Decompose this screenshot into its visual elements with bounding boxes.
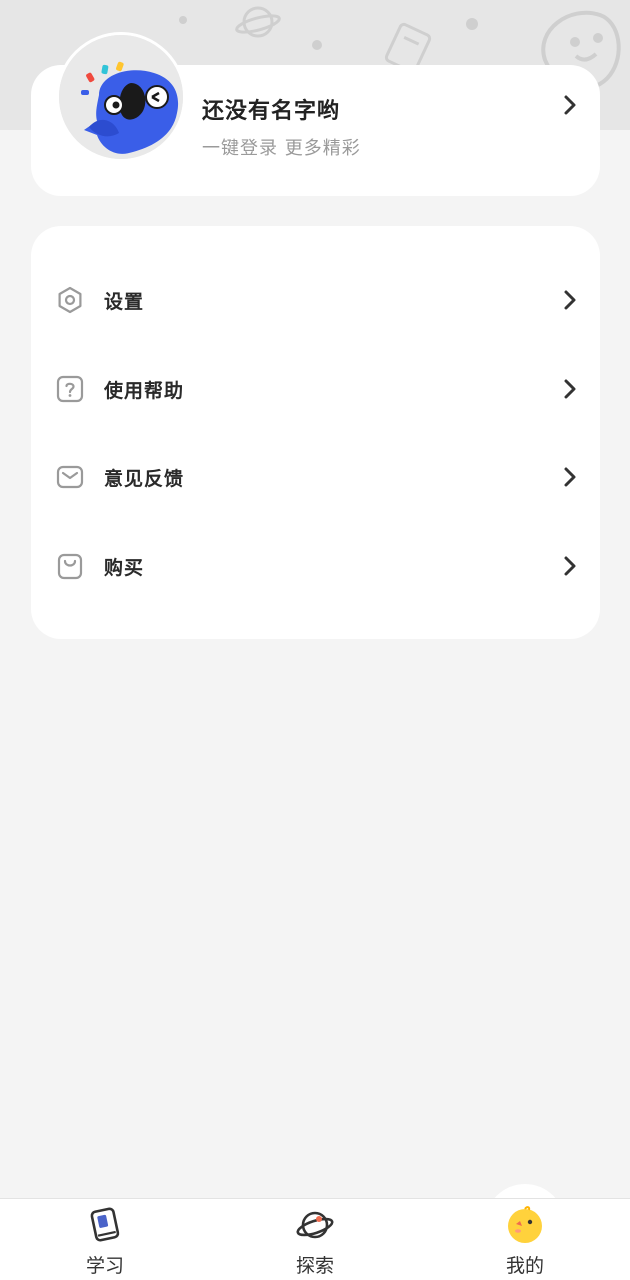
- chevron-right-icon: [563, 555, 577, 577]
- menu-card: 设置 使用帮助 意见反馈 购买: [31, 226, 600, 639]
- planet-icon: [295, 1205, 335, 1245]
- mail-icon: [56, 463, 84, 491]
- menu-item-purchase[interactable]: 购买: [31, 531, 600, 601]
- bottom-tab-bar: 学习 探索 我的: [0, 1198, 630, 1280]
- tab-label: 我的: [505, 1255, 544, 1277]
- login-prompt[interactable]: 一键登录 更多精彩: [202, 134, 361, 160]
- menu-item-label: 意见反馈: [104, 468, 185, 490]
- menu-item-feedback[interactable]: 意见反馈: [31, 442, 600, 512]
- tab-label: 学习: [85, 1255, 124, 1277]
- chick-icon: [505, 1205, 545, 1245]
- menu-item-label: 设置: [104, 291, 145, 313]
- bag-icon: [56, 552, 84, 580]
- menu-item-label: 使用帮助: [104, 380, 185, 402]
- book-icon: [85, 1205, 125, 1245]
- tab-study[interactable]: 学习: [40, 1199, 170, 1280]
- help-icon: [56, 375, 84, 403]
- tab-explore[interactable]: 探索: [250, 1199, 380, 1280]
- menu-item-help[interactable]: 使用帮助: [31, 354, 600, 424]
- avatar[interactable]: [56, 32, 186, 162]
- menu-item-label: 购买: [104, 557, 145, 579]
- tab-label: 探索: [295, 1255, 334, 1277]
- tab-mine[interactable]: 我的: [460, 1199, 590, 1280]
- chevron-right-icon[interactable]: [563, 94, 577, 116]
- menu-item-settings[interactable]: 设置: [31, 265, 600, 335]
- gear-icon: [56, 286, 84, 314]
- chevron-right-icon: [563, 466, 577, 488]
- chevron-right-icon: [563, 289, 577, 311]
- chevron-right-icon: [563, 378, 577, 400]
- avatar-bird-icon: [59, 35, 183, 159]
- profile-name[interactable]: 还没有名字哟: [202, 93, 340, 125]
- profile-page: 还没有名字哟 一键登录 更多精彩 设置 使用帮助 意见反馈 购买 学习 探索 我…: [0, 0, 630, 1280]
